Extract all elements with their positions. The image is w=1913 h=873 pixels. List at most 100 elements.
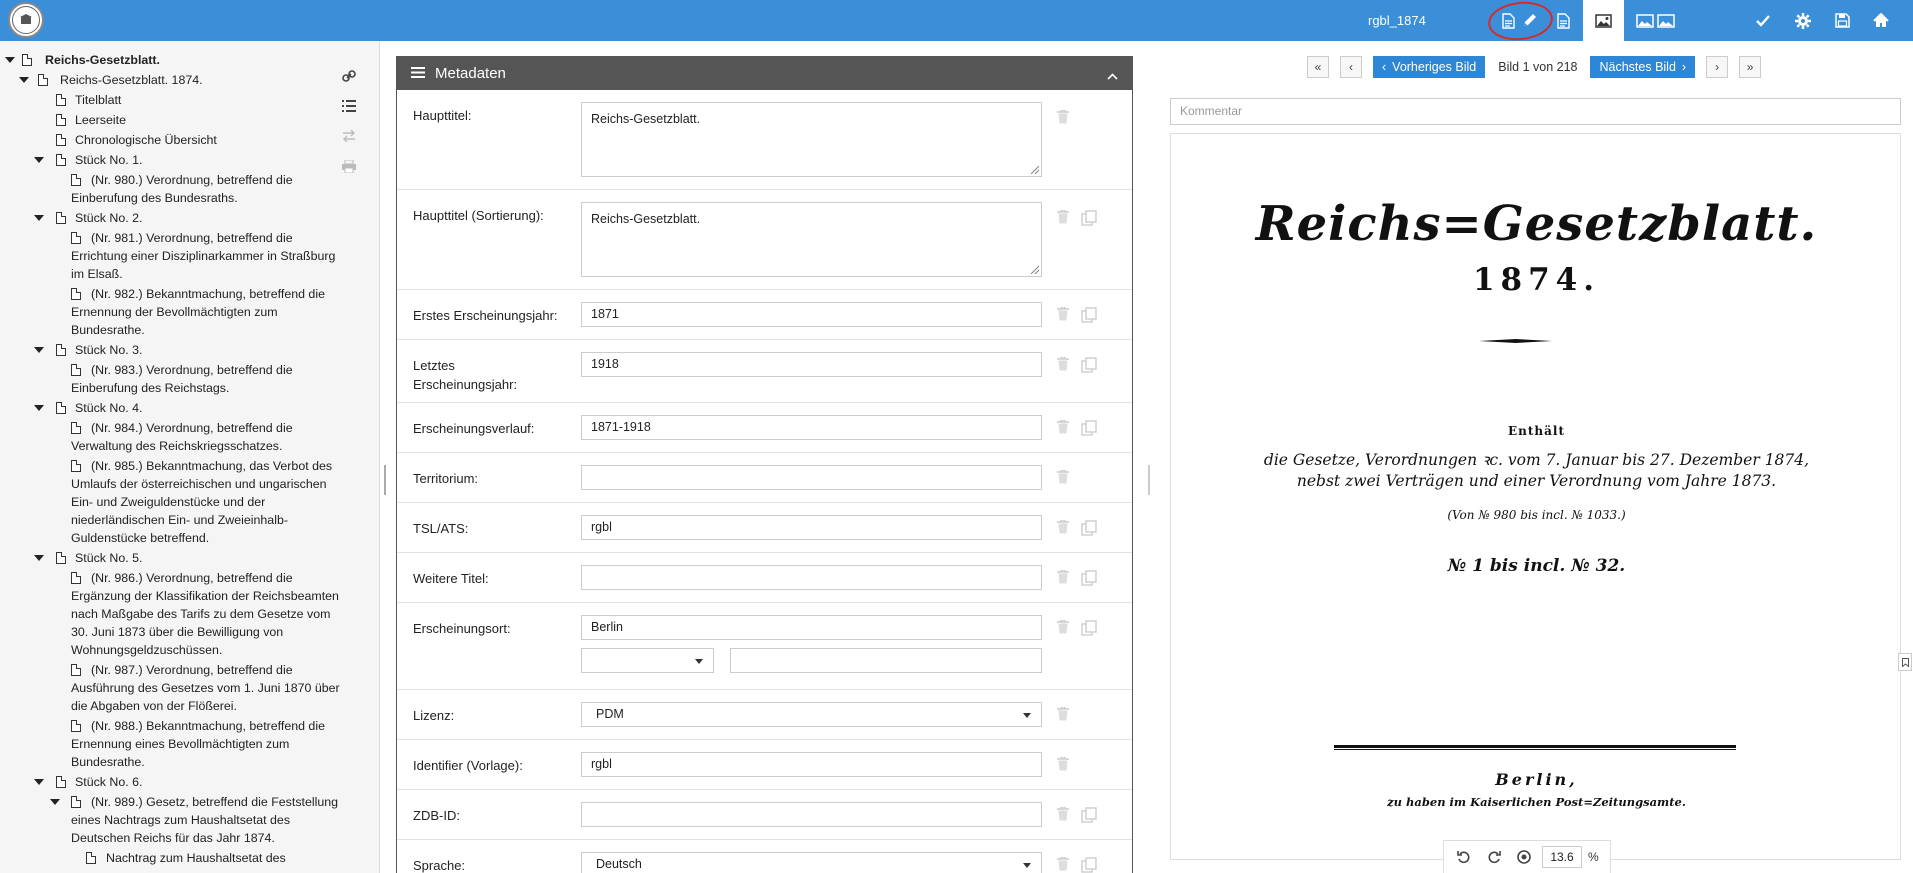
tree-node[interactable]: Titelblatt [0, 91, 345, 109]
image-icon[interactable] [1583, 0, 1624, 41]
trash-icon[interactable] [1057, 469, 1071, 486]
tree-node-expandable[interactable]: Stück No. 4. [0, 399, 345, 417]
copy-icon[interactable] [1081, 210, 1099, 226]
chevron-down-icon[interactable] [34, 347, 44, 353]
chevron-down-icon[interactable] [34, 157, 44, 163]
tree-node-expandable[interactable]: Reichs-Gesetzblatt. [0, 51, 345, 69]
prev-button[interactable]: ‹ [1340, 56, 1362, 78]
tree-node[interactable]: (Nr. 985.) Bekanntmachung, das Verbot de… [0, 457, 345, 547]
tree-node-expandable[interactable]: Stück No. 2. [0, 209, 345, 227]
trash-icon[interactable] [1057, 806, 1071, 823]
chevron-down-icon[interactable] [34, 555, 44, 561]
copy-icon[interactable] [1081, 570, 1099, 586]
first-image-button[interactable]: « [1307, 56, 1329, 78]
double-image-icon[interactable] [1634, 0, 1678, 41]
last-image-button[interactable]: » [1739, 56, 1762, 78]
trash-icon[interactable] [1057, 356, 1071, 373]
tree-node[interactable]: (Nr. 982.) Bekanntmachung, betreffend di… [0, 285, 345, 339]
chevron-down-icon[interactable] [34, 405, 44, 411]
haupttitel-sortierung-textarea[interactable]: Reichs-Gesetzblatt. [581, 202, 1042, 277]
tree-node[interactable]: (Nr. 987.) Verordnung, betreffend die Au… [0, 661, 345, 715]
next-image-button[interactable]: Nächstes Bild › [1590, 56, 1696, 78]
letztes-jahr-input[interactable]: 1918 [581, 352, 1042, 377]
trash-icon[interactable] [1057, 856, 1071, 873]
tree-node-expandable[interactable]: Stück No. 6. [0, 773, 345, 791]
chevron-down-icon[interactable] [34, 215, 44, 221]
trash-icon[interactable] [1057, 419, 1071, 436]
tree-node[interactable]: (Nr. 986.) Verordnung, betreffend die Er… [0, 569, 345, 659]
trash-icon[interactable] [1057, 306, 1071, 323]
erstes-jahr-input[interactable]: 1871 [581, 302, 1042, 327]
lizenz-select[interactable]: PDM [581, 702, 1042, 727]
haupttitel-textarea[interactable]: Reichs-Gesetzblatt. [581, 102, 1042, 177]
copy-icon[interactable] [1081, 807, 1099, 823]
weitere-titel-input[interactable] [581, 565, 1042, 590]
splitter-grip[interactable] [384, 465, 386, 495]
document-text-icon[interactable] [1552, 0, 1574, 41]
erscheinungsort-input[interactable]: Berlin [581, 615, 1042, 640]
rotate-right-icon[interactable] [1482, 850, 1506, 864]
left-splitter[interactable] [380, 41, 392, 873]
trash-icon[interactable] [1057, 756, 1071, 773]
copy-icon[interactable] [1081, 420, 1099, 436]
tree-node-expandable[interactable]: Stück No. 1. [0, 151, 345, 169]
home-icon[interactable] [1870, 0, 1892, 41]
menu-icon[interactable] [411, 65, 425, 82]
check-icon[interactable] [1752, 0, 1774, 41]
document-icon[interactable] [1497, 0, 1519, 41]
trash-icon[interactable] [1057, 209, 1071, 226]
trash-icon[interactable] [1057, 569, 1071, 586]
tree-node-expandable[interactable]: Stück No. 3. [0, 341, 345, 359]
link-icon[interactable] [338, 61, 360, 91]
ort-type-select[interactable] [581, 648, 714, 673]
chevron-up-icon[interactable] [1107, 67, 1118, 84]
tree-node[interactable]: (Nr. 983.) Verordnung, betreffend die Ei… [0, 361, 345, 397]
tsl-ats-input[interactable]: rgbl [581, 515, 1042, 540]
next-button[interactable]: › [1706, 56, 1729, 78]
save-icon[interactable] [1831, 0, 1853, 41]
zdb-id-input[interactable] [581, 802, 1042, 827]
tree-node[interactable]: (Nr. 988.) Bekanntmachung, betreffend di… [0, 717, 345, 771]
trash-icon[interactable] [1057, 706, 1071, 723]
bookmark-icon[interactable] [1898, 653, 1912, 671]
sprache-select[interactable]: Deutsch [581, 852, 1042, 873]
territorium-input[interactable] [581, 465, 1042, 490]
identifier-input[interactable]: rgbl [581, 752, 1042, 777]
ort-extra-input[interactable] [730, 648, 1042, 673]
copy-icon[interactable] [1081, 620, 1099, 636]
tree-node[interactable]: (Nr. 981.) Verordnung, betreffend die Er… [0, 229, 345, 283]
tree-node[interactable]: Nachtrag zum Haushaltsetat des [0, 849, 345, 867]
tree-node[interactable]: (Nr. 989.) Gesetz, betreffend die Festst… [0, 793, 345, 847]
page-image[interactable]: Reichs=Gesetzblatt. 1874. Enthält die Ge… [1170, 133, 1901, 860]
print-icon[interactable] [338, 151, 360, 181]
chevron-down-icon[interactable] [5, 57, 15, 63]
rotate-left-icon[interactable] [1452, 850, 1476, 864]
trash-icon[interactable] [1057, 109, 1071, 126]
previous-image-button[interactable]: ‹ Vorheriges Bild [1373, 56, 1486, 78]
tree-node[interactable]: (Nr. 984.) Verordnung, betreffend die Ve… [0, 419, 345, 455]
tree-node[interactable]: Chronologische Übersicht [0, 131, 345, 149]
list-icon[interactable] [338, 91, 360, 121]
zoom-input[interactable]: 13.6 [1542, 846, 1582, 868]
tree-node[interactable]: (Nr. 980.) Verordnung, betreffend die Ei… [0, 171, 345, 207]
reset-zoom-icon[interactable] [1512, 850, 1536, 864]
gear-icon[interactable] [1792, 0, 1814, 41]
tree-node[interactable]: Leerseite [0, 111, 345, 129]
tree-node-expandable[interactable]: Reichs-Gesetzblatt. 1874. [0, 71, 345, 89]
splitter-grip[interactable] [1148, 465, 1150, 495]
erscheinungsverlauf-input[interactable]: 1871-1918 [581, 415, 1042, 440]
copy-icon[interactable] [1081, 520, 1099, 536]
copy-icon[interactable] [1081, 357, 1099, 373]
copy-icon[interactable] [1081, 307, 1099, 323]
trash-icon[interactable] [1057, 619, 1071, 636]
chevron-down-icon[interactable] [34, 779, 44, 785]
trash-icon[interactable] [1057, 519, 1071, 536]
swap-icon[interactable] [338, 121, 360, 151]
metadata-header[interactable]: Metadaten [397, 57, 1132, 90]
comment-field[interactable]: Kommentar [1170, 98, 1901, 125]
tree-node-expandable[interactable]: Stück No. 5. [0, 549, 345, 567]
copy-icon[interactable] [1081, 857, 1099, 873]
chevron-down-icon[interactable] [19, 77, 29, 83]
chevron-down-icon[interactable] [50, 799, 60, 805]
right-splitter[interactable] [1140, 41, 1152, 873]
